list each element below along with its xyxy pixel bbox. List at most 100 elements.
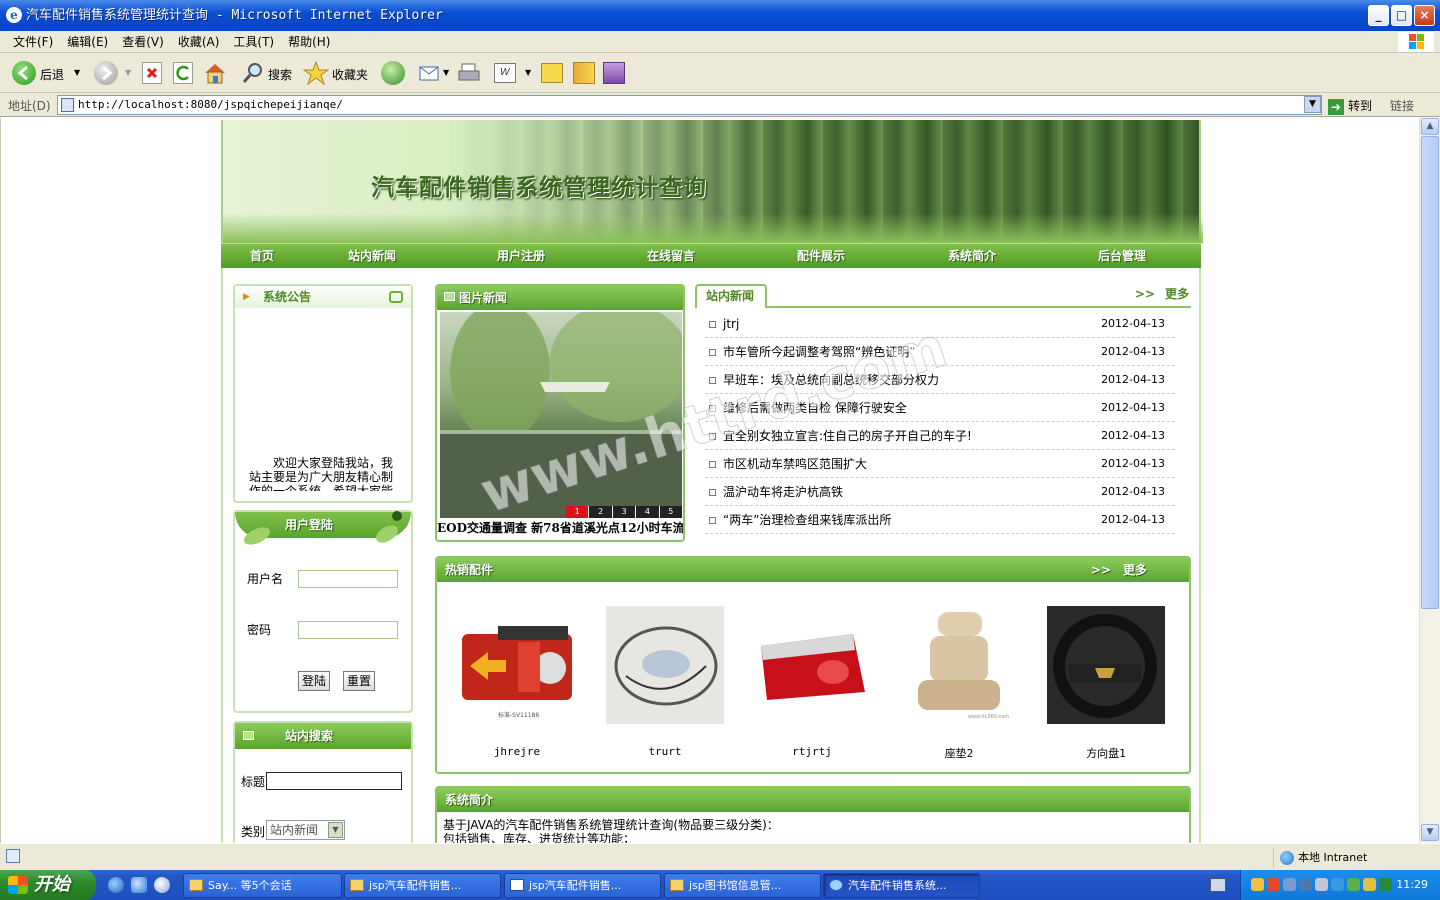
- tray-icon-7[interactable]: [1347, 878, 1360, 891]
- mail-dropdown-icon[interactable]: ▼: [443, 68, 449, 77]
- favorites-star-icon[interactable]: [302, 60, 330, 86]
- minimize-button[interactable]: _: [1368, 5, 1389, 26]
- news-title[interactable]: 温沪动车将走沪杭高铁: [723, 478, 843, 506]
- photo-page-2[interactable]: 2: [588, 506, 612, 518]
- site-news-more[interactable]: 更多: [1165, 284, 1189, 304]
- menu-favorites[interactable]: 收藏(A): [171, 31, 227, 53]
- product-image[interactable]: [1047, 606, 1165, 724]
- site-news-tab[interactable]: 站内新闻: [695, 284, 767, 308]
- nav-home[interactable]: 首页: [250, 244, 274, 269]
- hot-parts-more[interactable]: 更多: [1123, 558, 1147, 582]
- product-image[interactable]: [753, 606, 871, 724]
- news-title[interactable]: “两车”治理检查组来钱库派出所: [723, 506, 891, 534]
- product-name[interactable]: jhrejre: [458, 745, 576, 758]
- task-folder-1[interactable]: jsp汽车配件销售...: [344, 873, 501, 898]
- quicklaunch-desktop-icon[interactable]: [131, 877, 147, 893]
- login-button[interactable]: 登陆: [298, 671, 331, 691]
- type-select[interactable]: 站内新闻 ▼: [266, 820, 345, 840]
- tray-icon-3[interactable]: [1283, 878, 1296, 891]
- task-browser[interactable]: 汽车配件销售系统...: [823, 873, 980, 898]
- product-name[interactable]: 座垫2: [900, 745, 1018, 761]
- product-item[interactable]: trurt: [606, 606, 724, 758]
- start-button[interactable]: 开始: [0, 870, 96, 900]
- more-arrow-icon[interactable]: >>: [1135, 284, 1155, 304]
- back-dropdown-icon[interactable]: ▼: [74, 68, 80, 77]
- reset-button[interactable]: 重置: [343, 671, 376, 691]
- go-button[interactable]: ➜ 转到: [1328, 97, 1372, 115]
- nav-admin[interactable]: 后台管理: [1098, 244, 1146, 269]
- news-title[interactable]: 市区机动车禁鸣区范围扩大: [723, 450, 867, 478]
- address-dropdown-icon[interactable]: ▼: [1304, 96, 1321, 113]
- product-name[interactable]: 方向盘1: [1047, 745, 1165, 761]
- menu-view[interactable]: 查看(V): [115, 31, 171, 53]
- tray-icon-8[interactable]: [1363, 878, 1376, 891]
- back-arrow-icon[interactable]: [12, 61, 36, 85]
- product-name[interactable]: rtjrtj: [753, 745, 871, 758]
- messenger-icon[interactable]: [603, 62, 625, 84]
- home-icon[interactable]: [203, 61, 227, 85]
- photo-page-5[interactable]: 5: [658, 506, 682, 518]
- photo-news-caption[interactable]: EOD交通量调查 新78省道溪光点12小时车流: [437, 520, 683, 536]
- discuss-icon[interactable]: [541, 63, 563, 83]
- more-arrow-icon[interactable]: >>: [1091, 558, 1111, 582]
- task-word-doc[interactable]: jsp汽车配件销售...: [504, 873, 661, 898]
- print-icon[interactable]: [457, 62, 481, 84]
- search-title-input[interactable]: [266, 772, 402, 790]
- address-input[interactable]: http://localhost:8080/jspqichepeijianqe/: [57, 95, 1322, 115]
- search-button[interactable]: 搜索: [268, 66, 292, 83]
- news-item[interactable]: “两车”治理检查组来钱库派出所 2012-04-13: [705, 506, 1175, 534]
- photo-page-1[interactable]: 1: [566, 506, 589, 518]
- edit-dropdown-icon[interactable]: ▼: [525, 68, 531, 77]
- tray-icon-6[interactable]: [1331, 878, 1344, 891]
- edit-word-icon[interactable]: W: [494, 63, 516, 83]
- product-image[interactable]: 标准-SV11186: [458, 606, 576, 724]
- task-chat[interactable]: Say... 等5个会话: [183, 873, 342, 898]
- nav-parts[interactable]: 配件展示: [797, 244, 845, 269]
- product-item[interactable]: 标准-SV11186 jhrejre: [458, 606, 576, 758]
- research-icon[interactable]: [573, 62, 595, 84]
- forward-dropdown-icon[interactable]: ▼: [125, 68, 131, 77]
- scroll-up-icon[interactable]: ▲: [1421, 118, 1439, 135]
- news-title[interactable]: jtrj: [723, 310, 739, 338]
- close-button[interactable]: ×: [1414, 5, 1435, 26]
- stop-icon[interactable]: [142, 62, 162, 84]
- product-image[interactable]: [606, 606, 724, 724]
- product-item[interactable]: www.hc360.com 座垫2: [900, 606, 1018, 761]
- refresh-icon[interactable]: [173, 62, 193, 84]
- photo-page-4[interactable]: 4: [635, 506, 659, 518]
- menu-file[interactable]: 文件(F): [6, 31, 60, 53]
- back-button[interactable]: 后退: [40, 66, 64, 83]
- scroll-thumb[interactable]: [1421, 136, 1439, 609]
- forward-arrow-icon[interactable]: [94, 61, 118, 85]
- tray-shield-icon[interactable]: [1379, 878, 1392, 891]
- nav-guestbook[interactable]: 在线留言: [647, 244, 695, 269]
- scroll-down-icon[interactable]: ▼: [1421, 824, 1439, 841]
- task-folder-2[interactable]: jsp图书馆信息管...: [664, 873, 821, 898]
- mail-icon[interactable]: [418, 62, 442, 84]
- quicklaunch-media-icon[interactable]: [154, 877, 170, 893]
- nav-news[interactable]: 站内新闻: [348, 244, 396, 269]
- tray-icon-4[interactable]: [1299, 878, 1312, 891]
- nav-register[interactable]: 用户注册: [497, 244, 545, 269]
- history-icon[interactable]: [381, 61, 405, 85]
- address-url[interactable]: http://localhost:8080/jspqichepeijianqe/: [78, 98, 343, 111]
- keyboard-icon[interactable]: [1210, 878, 1226, 892]
- tray-icon-5[interactable]: [1315, 878, 1328, 891]
- links-button[interactable]: 链接: [1390, 97, 1414, 114]
- photo-page-3[interactable]: 3: [611, 506, 636, 518]
- menu-help[interactable]: 帮助(H): [281, 31, 337, 53]
- quicklaunch-ie-icon[interactable]: [108, 877, 124, 893]
- password-input[interactable]: [298, 621, 398, 639]
- menu-edit[interactable]: 编辑(E): [60, 31, 115, 53]
- product-name[interactable]: trurt: [606, 745, 724, 758]
- menu-tools[interactable]: 工具(T): [226, 31, 281, 53]
- nav-about[interactable]: 系统简介: [948, 244, 996, 269]
- product-item[interactable]: rtjrtj: [753, 606, 871, 758]
- username-input[interactable]: [298, 570, 398, 588]
- product-item[interactable]: 方向盘1: [1047, 606, 1165, 761]
- tray-icon-1[interactable]: [1251, 878, 1264, 891]
- news-item[interactable]: 温沪动车将走沪杭高铁 2012-04-13: [705, 478, 1175, 506]
- favorites-button[interactable]: 收藏夹: [332, 66, 368, 83]
- select-arrow-icon[interactable]: ▼: [328, 822, 343, 838]
- tray-qq-icon[interactable]: [1267, 878, 1280, 891]
